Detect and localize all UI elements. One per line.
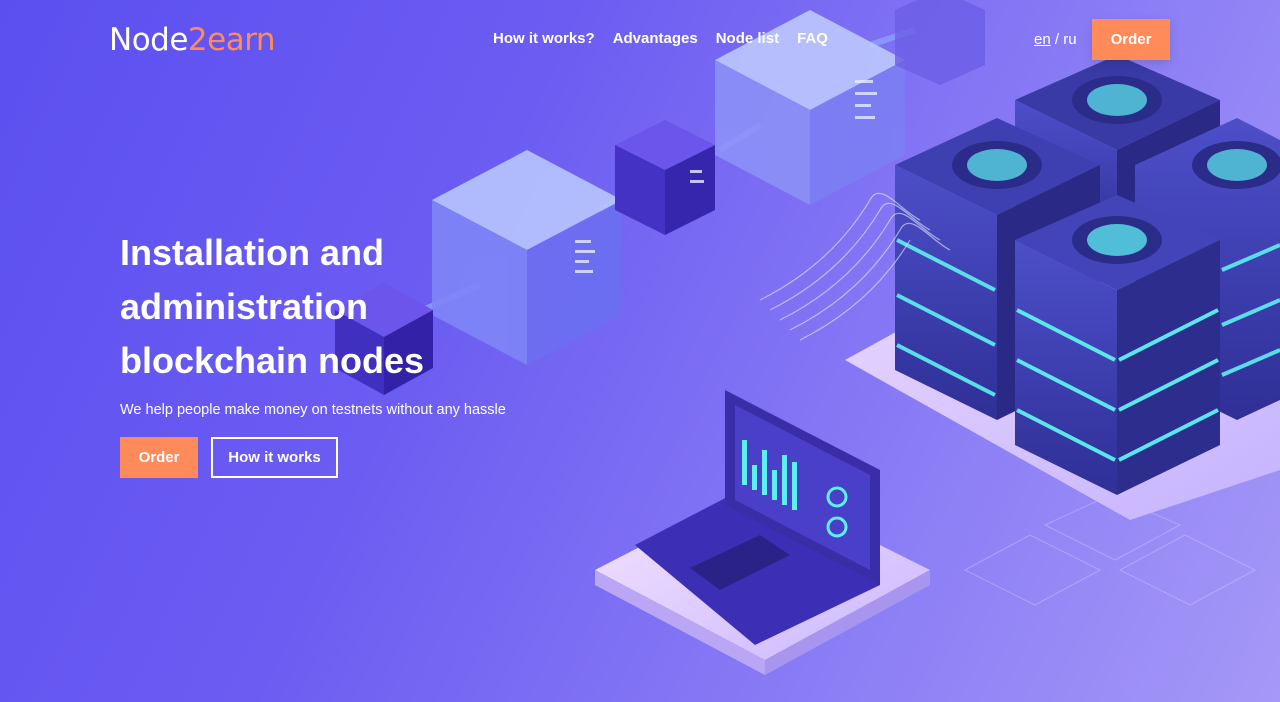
logo-text-part3: earn bbox=[207, 22, 276, 58]
logo-text-part2: 2 bbox=[187, 22, 208, 58]
lang-separator: / bbox=[1054, 31, 1060, 48]
hero-how-it-works-button[interactable]: How it works bbox=[211, 437, 338, 478]
logo-text-part1: Node bbox=[109, 22, 188, 58]
main-nav: How it works? Advantages Node list FAQ bbox=[493, 30, 828, 47]
logo[interactable]: Node2earn bbox=[109, 22, 276, 58]
header-order-button[interactable]: Order bbox=[1092, 19, 1170, 60]
nav-node-list[interactable]: Node list bbox=[716, 30, 779, 47]
nav-how-it-works[interactable]: How it works? bbox=[493, 30, 595, 47]
lang-ru[interactable]: ru bbox=[1063, 31, 1076, 48]
hero-order-button[interactable]: Order bbox=[120, 437, 198, 478]
nav-advantages[interactable]: Advantages bbox=[613, 30, 698, 47]
hero-headline: Installation and administration blockcha… bbox=[120, 232, 425, 381]
site-header: Node2earn How it works? Advantages Node … bbox=[0, 0, 1280, 80]
server-stack-front bbox=[1015, 195, 1220, 495]
nav-faq[interactable]: FAQ bbox=[797, 30, 828, 47]
hero-subtitle: We help people make money on testnets wi… bbox=[120, 402, 506, 418]
cube-dark-2 bbox=[615, 120, 715, 235]
language-switcher: en / ru bbox=[1034, 31, 1077, 48]
lang-en[interactable]: en bbox=[1034, 31, 1051, 48]
